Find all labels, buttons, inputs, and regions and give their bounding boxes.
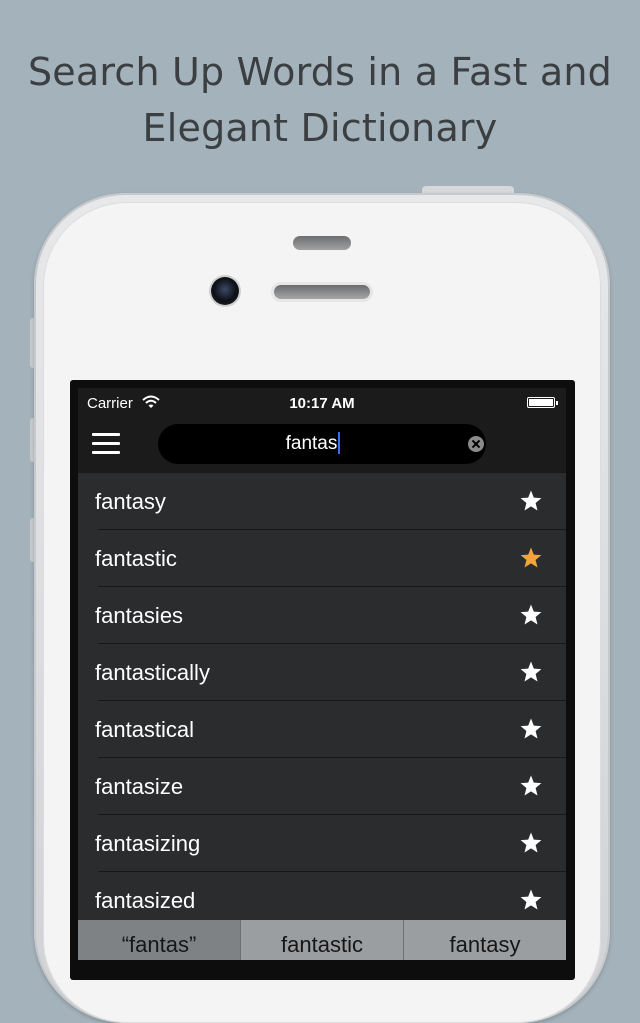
result-row[interactable]: fantasize xyxy=(78,758,566,815)
suggestion-item[interactable]: fantastic xyxy=(240,920,403,960)
promo-headline: Search Up Words in a Fast and Elegant Di… xyxy=(0,44,640,156)
result-word: fantasies xyxy=(95,603,184,628)
suggestion-literal[interactable]: “fantas” xyxy=(78,920,240,960)
result-row[interactable]: fantastic xyxy=(78,530,566,587)
status-time: 10:17 AM xyxy=(289,395,355,412)
result-word: fantastical xyxy=(95,717,195,742)
results-list: fantasy fantastic fantasies fantastically fa… xyxy=(78,473,566,929)
result-word: fantasize xyxy=(95,774,184,799)
favorite-star-icon[interactable] xyxy=(519,888,543,912)
result-row[interactable]: fantastically xyxy=(78,644,566,701)
favorite-star-icon[interactable] xyxy=(519,717,543,741)
text-cursor xyxy=(338,431,341,454)
search-query: fantas xyxy=(285,433,338,454)
clear-search-icon[interactable] xyxy=(468,436,484,452)
favorite-star-icon[interactable] xyxy=(519,489,543,513)
favorite-star-icon[interactable] xyxy=(519,774,543,798)
headline-line-1: Search Up Words in a Fast and xyxy=(27,50,612,94)
earpiece-speaker xyxy=(274,285,370,299)
favorite-star-filled-icon[interactable] xyxy=(519,546,543,570)
result-row[interactable]: fantasy xyxy=(78,473,566,530)
app-screen: Carrier 10:17 AM fantas fantasy fantastic… xyxy=(78,388,566,960)
status-bar: Carrier 10:17 AM xyxy=(78,388,566,416)
suggestion-item[interactable]: fantasy xyxy=(403,920,566,960)
proximity-sensor xyxy=(293,236,351,250)
favorite-star-icon[interactable] xyxy=(519,831,543,855)
navigation-bar: Carrier 10:17 AM fantas xyxy=(78,388,566,473)
result-word: fantasizing xyxy=(95,831,201,856)
autocorrect-suggestion-bar: “fantas” fantastic fantasy xyxy=(78,920,566,960)
result-row[interactable]: fantastical xyxy=(78,701,566,758)
search-input[interactable]: fantas xyxy=(158,424,468,464)
battery-icon xyxy=(527,397,558,408)
front-camera-icon xyxy=(211,277,239,305)
result-row[interactable]: fantasies xyxy=(78,587,566,644)
result-word: fantastically xyxy=(95,660,210,685)
headline-line-2: Elegant Dictionary xyxy=(142,106,498,150)
menu-icon[interactable] xyxy=(92,433,120,455)
result-word: fantastic xyxy=(95,546,177,571)
favorite-star-icon[interactable] xyxy=(519,603,543,627)
favorite-star-icon[interactable] xyxy=(519,660,543,684)
search-field[interactable]: fantas xyxy=(158,424,486,464)
result-word: fantasy xyxy=(95,489,166,514)
result-row[interactable]: fantasizing xyxy=(78,815,566,872)
